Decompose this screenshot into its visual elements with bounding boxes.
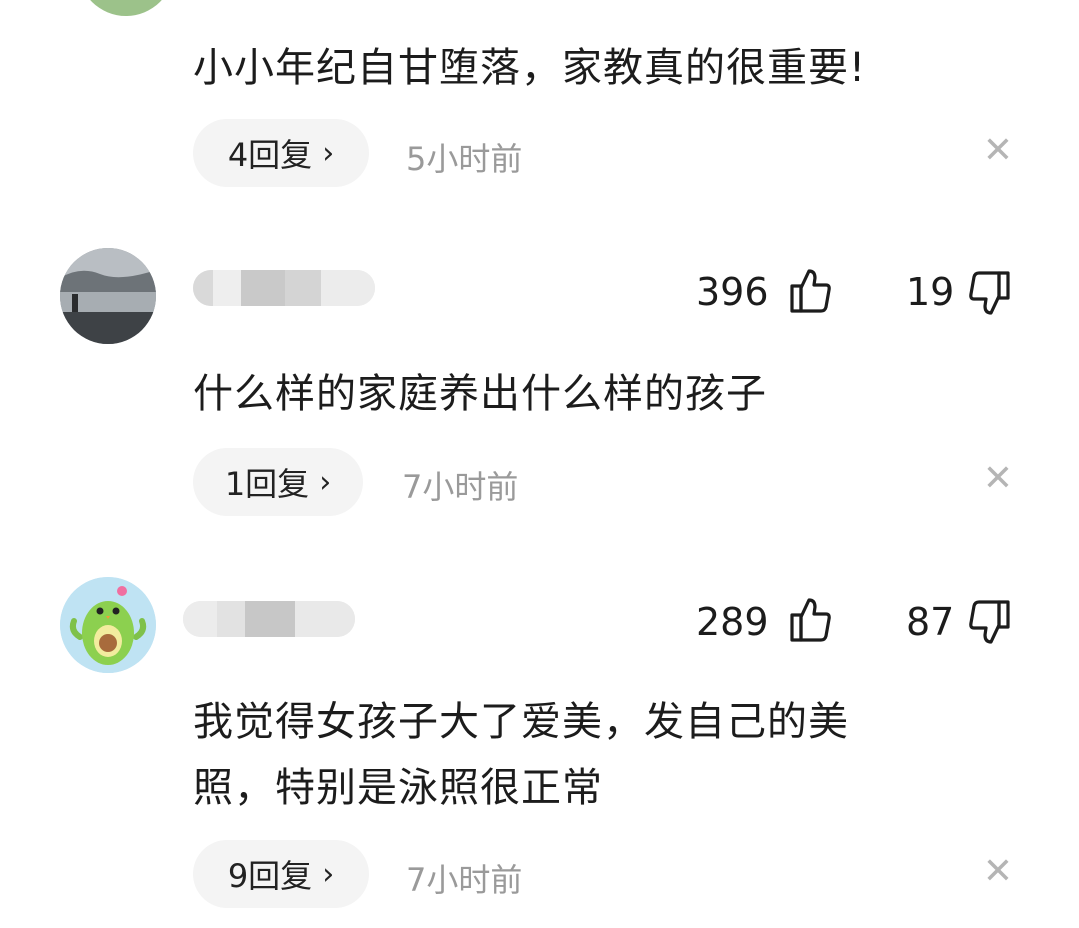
thumbs-up-icon[interactable] (790, 597, 832, 647)
replies-label: 9回复 (227, 857, 313, 895)
timestamp: 7小时前 (402, 468, 519, 506)
avocado-avatar-image (60, 577, 156, 673)
chevron-right-icon: › (319, 464, 332, 500)
comment-text-line-1: 我觉得女孩子大了爱美，发自己的美 (193, 699, 849, 745)
like-count: 396 (696, 270, 769, 314)
replies-button[interactable]: 9回复 › (193, 840, 369, 908)
dislike-count: 19 (906, 270, 955, 314)
timestamp: 5小时前 (406, 140, 523, 178)
avatar-landscape-image (60, 248, 156, 344)
like-count: 289 (696, 600, 769, 644)
thumbs-down-icon[interactable] (968, 599, 1010, 649)
username-blurred[interactable] (193, 270, 375, 306)
close-icon[interactable]: ✕ (982, 458, 1014, 499)
comment-text: 小小年纪自甘堕落，家教真的很重要! (193, 45, 867, 91)
thumbs-down-icon[interactable] (968, 270, 1010, 320)
replies-label: 1回复 (224, 465, 310, 503)
replies-button[interactable]: 4回复 › (193, 119, 369, 187)
avatar[interactable] (60, 577, 156, 673)
chevron-right-icon: › (322, 135, 335, 171)
thumbs-up-icon[interactable] (790, 268, 832, 318)
replies-label: 4回复 (227, 136, 313, 174)
comment-text-line-2: 照，特别是泳照很正常 (193, 765, 603, 811)
close-icon[interactable]: ✕ (982, 130, 1014, 171)
avatar-partial[interactable] (78, 0, 174, 16)
close-icon[interactable]: ✕ (982, 851, 1014, 892)
chevron-right-icon: › (322, 856, 335, 892)
username-blurred[interactable] (183, 601, 355, 637)
dislike-count: 87 (906, 600, 955, 644)
avatar[interactable] (60, 248, 156, 344)
timestamp: 7小时前 (406, 861, 523, 899)
replies-button[interactable]: 1回复 › (193, 448, 363, 516)
comment-text: 什么样的家庭养出什么样的孩子 (193, 371, 767, 417)
